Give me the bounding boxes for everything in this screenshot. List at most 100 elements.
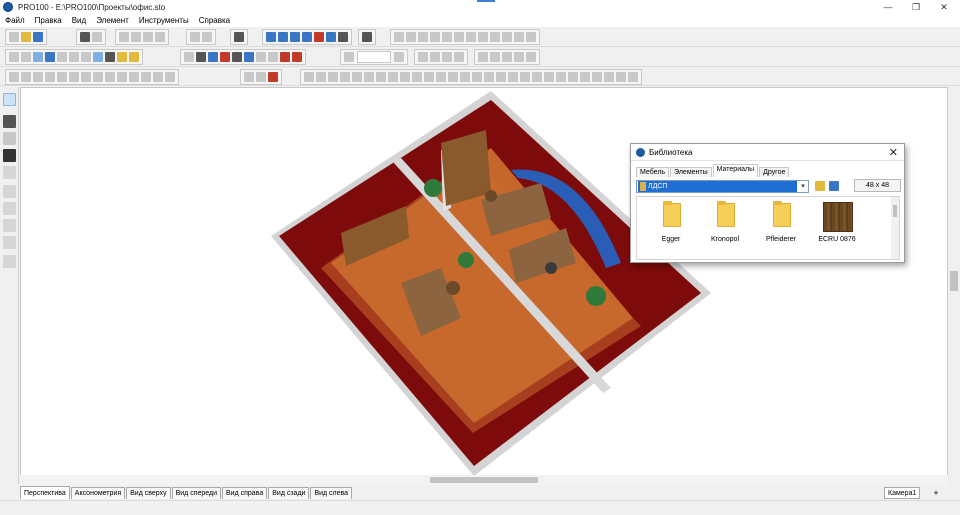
measure-4-icon[interactable] bbox=[514, 52, 524, 62]
render-d-icon[interactable] bbox=[256, 52, 266, 62]
select-tool-icon[interactable] bbox=[3, 93, 16, 106]
tool-g-icon[interactable] bbox=[338, 32, 348, 42]
library-scroll-thumb[interactable] bbox=[893, 205, 897, 217]
render-f-icon[interactable] bbox=[292, 52, 302, 62]
viewport-vertical-scrollbar[interactable] bbox=[948, 87, 960, 485]
arr-4-icon[interactable] bbox=[340, 72, 350, 82]
tr-14-icon[interactable] bbox=[165, 72, 175, 82]
chevron-down-icon[interactable]: ▾ bbox=[798, 182, 808, 190]
zoom-icon[interactable] bbox=[344, 52, 354, 62]
tab-camera[interactable]: Камера1 bbox=[884, 487, 921, 499]
side-tool-2-icon[interactable] bbox=[3, 202, 16, 215]
minimize-icon[interactable]: — bbox=[874, 0, 902, 14]
tr-5-icon[interactable] bbox=[57, 72, 67, 82]
paste-icon[interactable] bbox=[143, 32, 153, 42]
arr-25-icon[interactable] bbox=[592, 72, 602, 82]
align-7-icon[interactable] bbox=[466, 32, 476, 42]
view-e-icon[interactable] bbox=[57, 52, 67, 62]
tr-6-icon[interactable] bbox=[69, 72, 79, 82]
view-f-icon[interactable] bbox=[69, 52, 79, 62]
arr-7-icon[interactable] bbox=[376, 72, 386, 82]
arr-18-icon[interactable] bbox=[508, 72, 518, 82]
menu-tools[interactable]: Инструменты bbox=[134, 16, 194, 25]
tab-back-view[interactable]: Вид сзади bbox=[268, 487, 310, 499]
measure-tool-icon[interactable] bbox=[3, 132, 16, 145]
misc-3-icon[interactable] bbox=[268, 72, 278, 82]
library-tab-materials[interactable]: Материалы bbox=[712, 164, 759, 177]
hatch-tool-icon[interactable] bbox=[3, 115, 16, 128]
arr-26-icon[interactable] bbox=[604, 72, 614, 82]
arr-28-icon[interactable] bbox=[628, 72, 638, 82]
horizontal-scroll-thumb[interactable] bbox=[430, 477, 538, 483]
tool-d-icon[interactable] bbox=[302, 32, 312, 42]
tr-2-icon[interactable] bbox=[21, 72, 31, 82]
open-file-icon[interactable] bbox=[21, 32, 31, 42]
arr-23-icon[interactable] bbox=[568, 72, 578, 82]
dim-2-icon[interactable] bbox=[430, 52, 440, 62]
tr-11-icon[interactable] bbox=[129, 72, 139, 82]
folder-up-icon[interactable] bbox=[815, 181, 825, 191]
align-3-icon[interactable] bbox=[418, 32, 428, 42]
arr-19-icon[interactable] bbox=[520, 72, 530, 82]
library-title-bar[interactable]: Библиотека ✕ bbox=[631, 144, 904, 161]
undo-icon[interactable] bbox=[190, 32, 200, 42]
side-tool-1-icon[interactable] bbox=[3, 185, 16, 198]
side-tool-3-icon[interactable] bbox=[3, 219, 16, 232]
align-9-icon[interactable] bbox=[490, 32, 500, 42]
tool-c-icon[interactable] bbox=[290, 32, 300, 42]
arr-6-icon[interactable] bbox=[364, 72, 374, 82]
arr-22-icon[interactable] bbox=[556, 72, 566, 82]
view-h-icon[interactable] bbox=[93, 52, 103, 62]
menu-help[interactable]: Справка bbox=[194, 16, 235, 25]
tr-10-icon[interactable] bbox=[117, 72, 127, 82]
arr-14-icon[interactable] bbox=[460, 72, 470, 82]
dim-1-icon[interactable] bbox=[418, 52, 428, 62]
zoom-stepper[interactable] bbox=[357, 51, 391, 63]
dim-4-icon[interactable] bbox=[454, 52, 464, 62]
print-icon[interactable] bbox=[80, 32, 90, 42]
tr-7-icon[interactable] bbox=[81, 72, 91, 82]
snap-icon[interactable] bbox=[244, 52, 254, 62]
tr-4-icon[interactable] bbox=[45, 72, 55, 82]
redo-icon[interactable] bbox=[202, 32, 212, 42]
arr-5-icon[interactable] bbox=[352, 72, 362, 82]
cut-icon[interactable] bbox=[119, 32, 129, 42]
arr-20-icon[interactable] bbox=[532, 72, 542, 82]
align-8-icon[interactable] bbox=[478, 32, 488, 42]
menu-view[interactable]: Вид bbox=[67, 16, 91, 25]
view-i-icon[interactable] bbox=[105, 52, 115, 62]
tab-left-view[interactable]: Вид слева bbox=[310, 487, 353, 499]
properties-icon[interactable] bbox=[234, 32, 244, 42]
thumbnail-size-select[interactable]: 48 x 48 bbox=[854, 179, 901, 192]
tr-13-icon[interactable] bbox=[153, 72, 163, 82]
tr-8-icon[interactable] bbox=[93, 72, 103, 82]
tr-12-icon[interactable] bbox=[141, 72, 151, 82]
library-tab-furniture[interactable]: Мебель bbox=[636, 167, 670, 177]
sum-icon[interactable] bbox=[362, 32, 372, 42]
library-tab-elements[interactable]: Элементы bbox=[670, 167, 712, 177]
misc-2-icon[interactable] bbox=[256, 72, 266, 82]
tab-perspective[interactable]: Перспектива bbox=[20, 486, 70, 499]
tab-axonometry[interactable]: Аксонометрия bbox=[70, 487, 126, 499]
menu-file[interactable]: Файл bbox=[0, 16, 30, 25]
measure-2-icon[interactable] bbox=[490, 52, 500, 62]
copy-icon[interactable] bbox=[131, 32, 141, 42]
arr-11-icon[interactable] bbox=[424, 72, 434, 82]
grid-icon[interactable] bbox=[220, 52, 230, 62]
library-path-select[interactable]: ЛДСП ▾ bbox=[636, 179, 809, 193]
library-item-pfleiderer[interactable]: Pfleiderer bbox=[755, 201, 807, 247]
view-a-icon[interactable] bbox=[9, 52, 19, 62]
library-item-kronopol[interactable]: Kronopol bbox=[699, 201, 751, 247]
arr-3-icon[interactable] bbox=[328, 72, 338, 82]
arr-12-icon[interactable] bbox=[436, 72, 446, 82]
render-a-icon[interactable] bbox=[184, 52, 194, 62]
tab-front-view[interactable]: Вид спереди bbox=[171, 487, 222, 499]
save-icon[interactable] bbox=[33, 32, 43, 42]
paint-tool-icon[interactable] bbox=[3, 166, 16, 179]
close-icon[interactable]: ✕ bbox=[930, 0, 958, 14]
arr-21-icon[interactable] bbox=[544, 72, 554, 82]
viewport-horizontal-scrollbar[interactable] bbox=[20, 475, 948, 485]
arr-15-icon[interactable] bbox=[472, 72, 482, 82]
arr-1-icon[interactable] bbox=[304, 72, 314, 82]
tool-f-icon[interactable] bbox=[326, 32, 336, 42]
